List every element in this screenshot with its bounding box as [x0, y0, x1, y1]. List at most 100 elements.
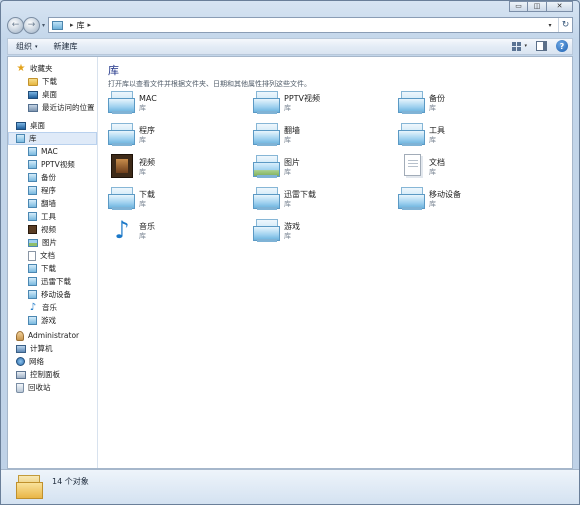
sidebar-desktop[interactable]: 桌面 — [8, 119, 97, 132]
sidebar-item-control-panel[interactable]: 控制面板 — [8, 368, 97, 381]
documents-library-icon — [28, 250, 36, 261]
sidebar-item-library[interactable]: 工具 — [8, 210, 97, 223]
address-history-dropdown[interactable]: ▾ — [544, 18, 556, 32]
library-icon — [16, 134, 25, 143]
organize-button[interactable]: 组织 ▾ — [16, 41, 38, 52]
sidebar-favorites[interactable]: ★ 收藏夹 — [8, 62, 97, 75]
sidebar-item-library[interactable]: 下载 — [8, 262, 97, 275]
sidebar-item-label: 图片 — [42, 238, 57, 247]
sidebar-item-label: 音乐 — [42, 303, 57, 312]
library-tile[interactable]: 迅雷下载库 — [253, 186, 398, 218]
sidebar-item-library[interactable]: 视频 — [8, 223, 97, 236]
recent-pages-dropdown[interactable]: ▾ — [42, 22, 45, 29]
library-tile-text: 游戏库 — [284, 218, 300, 241]
address-bar[interactable]: ▸ 库 ▸ ▾ ↻ — [48, 17, 573, 33]
content-area: 库 打开库以查看文件并根据文件夹、日期和其他属性排列这些文件。 MAC 库 PPTV… — [98, 57, 572, 468]
sidebar-item-library[interactable]: PPTV视频 — [8, 158, 97, 171]
library-icon — [398, 186, 426, 212]
computer-icon — [16, 344, 26, 353]
sidebar-item-library[interactable]: 文档 — [8, 249, 97, 262]
library-type: 库 — [429, 104, 436, 112]
page-description: 打开库以查看文件并根据文件夹、日期和其他属性排列这些文件。 — [108, 80, 311, 88]
explorer-window: ▭ ◫ ✕ ← → ▾ ▸ 库 ▸ ▾ ↻ 组织 ▾ 新建库 ▾ ? ★ 收藏夹… — [0, 0, 580, 505]
library-tile[interactable]: ♪ 音乐库 — [108, 218, 253, 250]
sidebar-item-label: 视频 — [41, 225, 56, 234]
library-tile[interactable]: PPTV视频库 — [253, 90, 398, 122]
sidebar-item-computer[interactable]: 计算机 — [8, 342, 97, 355]
sidebar-other-list: Administrator 计算机 网络 控制面板 回收站 — [8, 327, 97, 394]
breadcrumb-separator[interactable]: ▸ — [88, 21, 92, 29]
sidebar-item-library[interactable]: 游戏 — [8, 314, 97, 327]
library-name: MAC — [139, 94, 157, 103]
sidebar-item-library[interactable]: 迅雷下载 — [8, 275, 97, 288]
breadcrumb-libraries[interactable]: 库 — [77, 20, 85, 31]
refresh-button[interactable]: ↻ — [558, 18, 572, 32]
pictures-library-icon — [28, 238, 38, 247]
library-grid: MAC 库 PPTV视频库备份库程序库翻墙库工具库视频库图片库文档库下载库迅雷下载库… — [108, 90, 572, 250]
library-tile[interactable]: 备份库 — [398, 90, 543, 122]
video-library-icon — [108, 154, 136, 180]
documents-library-icon — [398, 154, 426, 180]
library-icon — [253, 218, 281, 244]
navigation-pane[interactable]: ★ 收藏夹 下载 桌面 最近访问的位置 桌面 库 MAC PPTV视频 备份 程… — [8, 57, 98, 468]
library-type: 库 — [139, 200, 146, 208]
sidebar-item-library[interactable]: ♪ 音乐 — [8, 301, 97, 314]
library-icon — [108, 186, 136, 212]
maximize-button[interactable]: ◫ — [528, 1, 547, 12]
sidebar-item-label: Administrator — [28, 331, 80, 340]
sidebar-item-library[interactable]: MAC — [8, 145, 97, 158]
library-type: 库 — [284, 136, 291, 144]
library-name: 音乐 — [139, 222, 155, 231]
library-tile[interactable]: 图片库 — [253, 154, 398, 186]
library-type: 库 — [284, 104, 291, 112]
library-tile[interactable]: 游戏库 — [253, 218, 398, 250]
library-type: 库 — [139, 232, 146, 240]
sidebar-libraries[interactable]: 库 — [8, 132, 97, 145]
library-icon — [28, 264, 37, 273]
library-icon — [52, 20, 64, 30]
library-icon — [398, 122, 426, 148]
sidebar-item-desktop-fav[interactable]: 桌面 — [8, 88, 97, 101]
library-tile[interactable]: 文档库 — [398, 154, 543, 186]
library-type: 库 — [139, 104, 146, 112]
sidebar-item-user[interactable]: Administrator — [8, 329, 97, 342]
sidebar-item-recent-places[interactable]: 最近访问的位置 — [8, 101, 97, 114]
preview-pane-button[interactable] — [536, 41, 547, 51]
sidebar-item-library[interactable]: 图片 — [8, 236, 97, 249]
sidebar-item-label: 程序 — [41, 186, 56, 195]
sidebar-item-label: 下载 — [42, 77, 57, 86]
library-tile-text: PPTV视频库 — [284, 90, 320, 113]
sidebar-item-library[interactable]: 翻墙 — [8, 197, 97, 210]
navigation-bar: ← → ▾ ▸ 库 ▸ ▾ ↻ — [7, 14, 573, 36]
sidebar-library-list: MAC PPTV视频 备份程序翻墙工具视频图片文档 下载迅雷下载移动设备 ♪ 音乐 游戏 — [8, 145, 97, 327]
library-tile-text: 下载库 — [139, 186, 155, 209]
sidebar-item-label: 迅雷下载 — [41, 277, 71, 286]
sidebar-item-label: 工具 — [41, 212, 56, 221]
sidebar-item-recycle-bin[interactable]: 回收站 — [8, 381, 97, 394]
library-tile[interactable]: MAC 库 — [108, 90, 253, 122]
forward-button[interactable]: → — [23, 16, 40, 34]
sidebar-item-library[interactable]: 程序 — [8, 184, 97, 197]
new-library-button[interactable]: 新建库 — [54, 41, 78, 52]
sidebar-item-library[interactable]: 备份 — [8, 171, 97, 184]
main-panes: ★ 收藏夹 下载 桌面 最近访问的位置 桌面 库 MAC PPTV视频 备份 程… — [7, 56, 573, 469]
close-button[interactable]: ✕ — [547, 1, 573, 12]
library-tile[interactable]: 翻墙库 — [253, 122, 398, 154]
breadcrumb-separator[interactable]: ▸ — [70, 21, 74, 29]
library-tile-text: 音乐库 — [139, 218, 155, 241]
view-options-dropdown[interactable]: ▾ — [524, 43, 527, 49]
change-view-button[interactable] — [512, 41, 522, 51]
help-button[interactable]: ? — [556, 40, 568, 52]
library-tile[interactable]: 下载库 — [108, 186, 253, 218]
library-tile[interactable]: 工具库 — [398, 122, 543, 154]
library-tile[interactable]: 视频库 — [108, 154, 253, 186]
recycle-bin-icon — [16, 382, 24, 393]
minimize-button[interactable]: ▭ — [509, 1, 528, 12]
star-icon: ★ — [16, 63, 26, 74]
library-tile[interactable]: 移动设备库 — [398, 186, 543, 218]
back-button[interactable]: ← — [7, 16, 24, 34]
library-tile[interactable]: 程序库 — [108, 122, 253, 154]
sidebar-item-library[interactable]: 移动设备 — [8, 288, 97, 301]
sidebar-item-downloads[interactable]: 下载 — [8, 75, 97, 88]
sidebar-item-network[interactable]: 网络 — [8, 355, 97, 368]
